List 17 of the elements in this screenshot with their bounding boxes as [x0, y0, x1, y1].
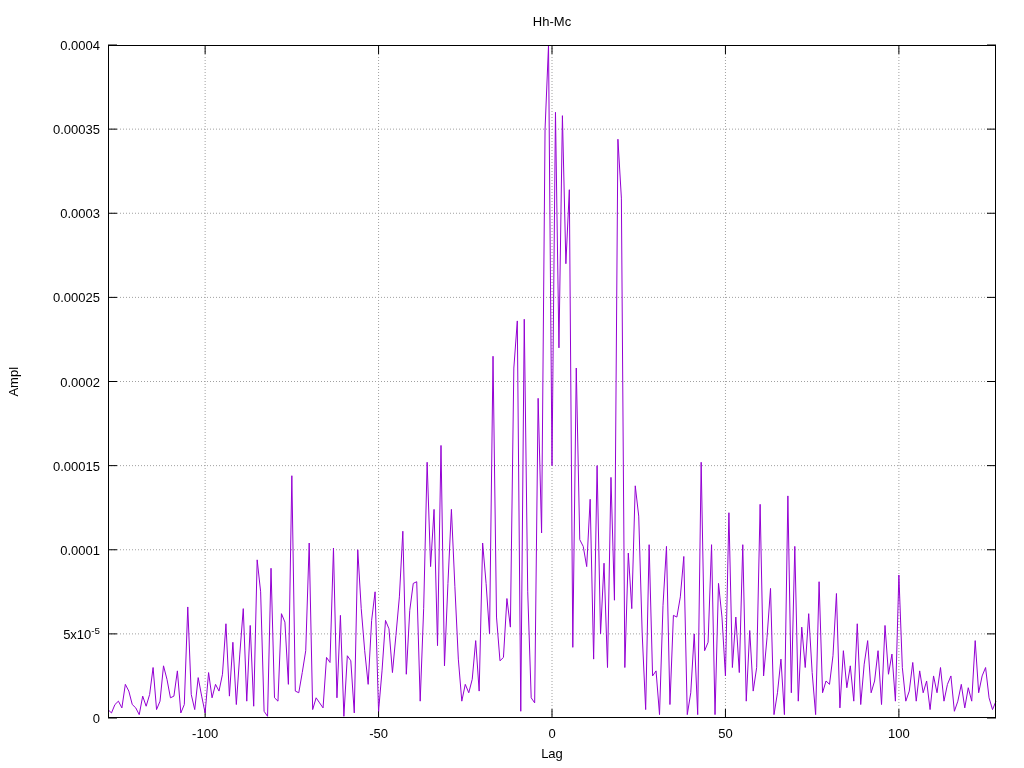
axis-tick-label: 0.00015 [53, 458, 100, 474]
axis-tick-label: -50 [369, 725, 388, 743]
axis-label: Ampl [5, 366, 23, 397]
axis-tick-label: 0.0002 [60, 374, 100, 389]
axis-tick-label: 0.0003 [60, 205, 100, 221]
axis-tick-label: 0.00035 [53, 121, 100, 137]
axis-tick-label: 0 [92, 710, 100, 726]
axis-tick-label: 5x10$^{-5}$ [63, 626, 100, 642]
axis-tick-label: 100 [888, 725, 910, 743]
axis-label: Lag [541, 745, 563, 763]
axis-tick-label: 0 [548, 725, 556, 743]
axis-tick-label: 0.0004 [60, 37, 100, 53]
axis-tick-label: 50 [718, 725, 733, 743]
axis-tick-label: -100 [192, 725, 219, 743]
axis-tick-label: 0.00025 [53, 289, 100, 305]
axis-tick-label: 0.0001 [60, 542, 100, 558]
chart-title: Hh-Mc [532, 12, 572, 31]
